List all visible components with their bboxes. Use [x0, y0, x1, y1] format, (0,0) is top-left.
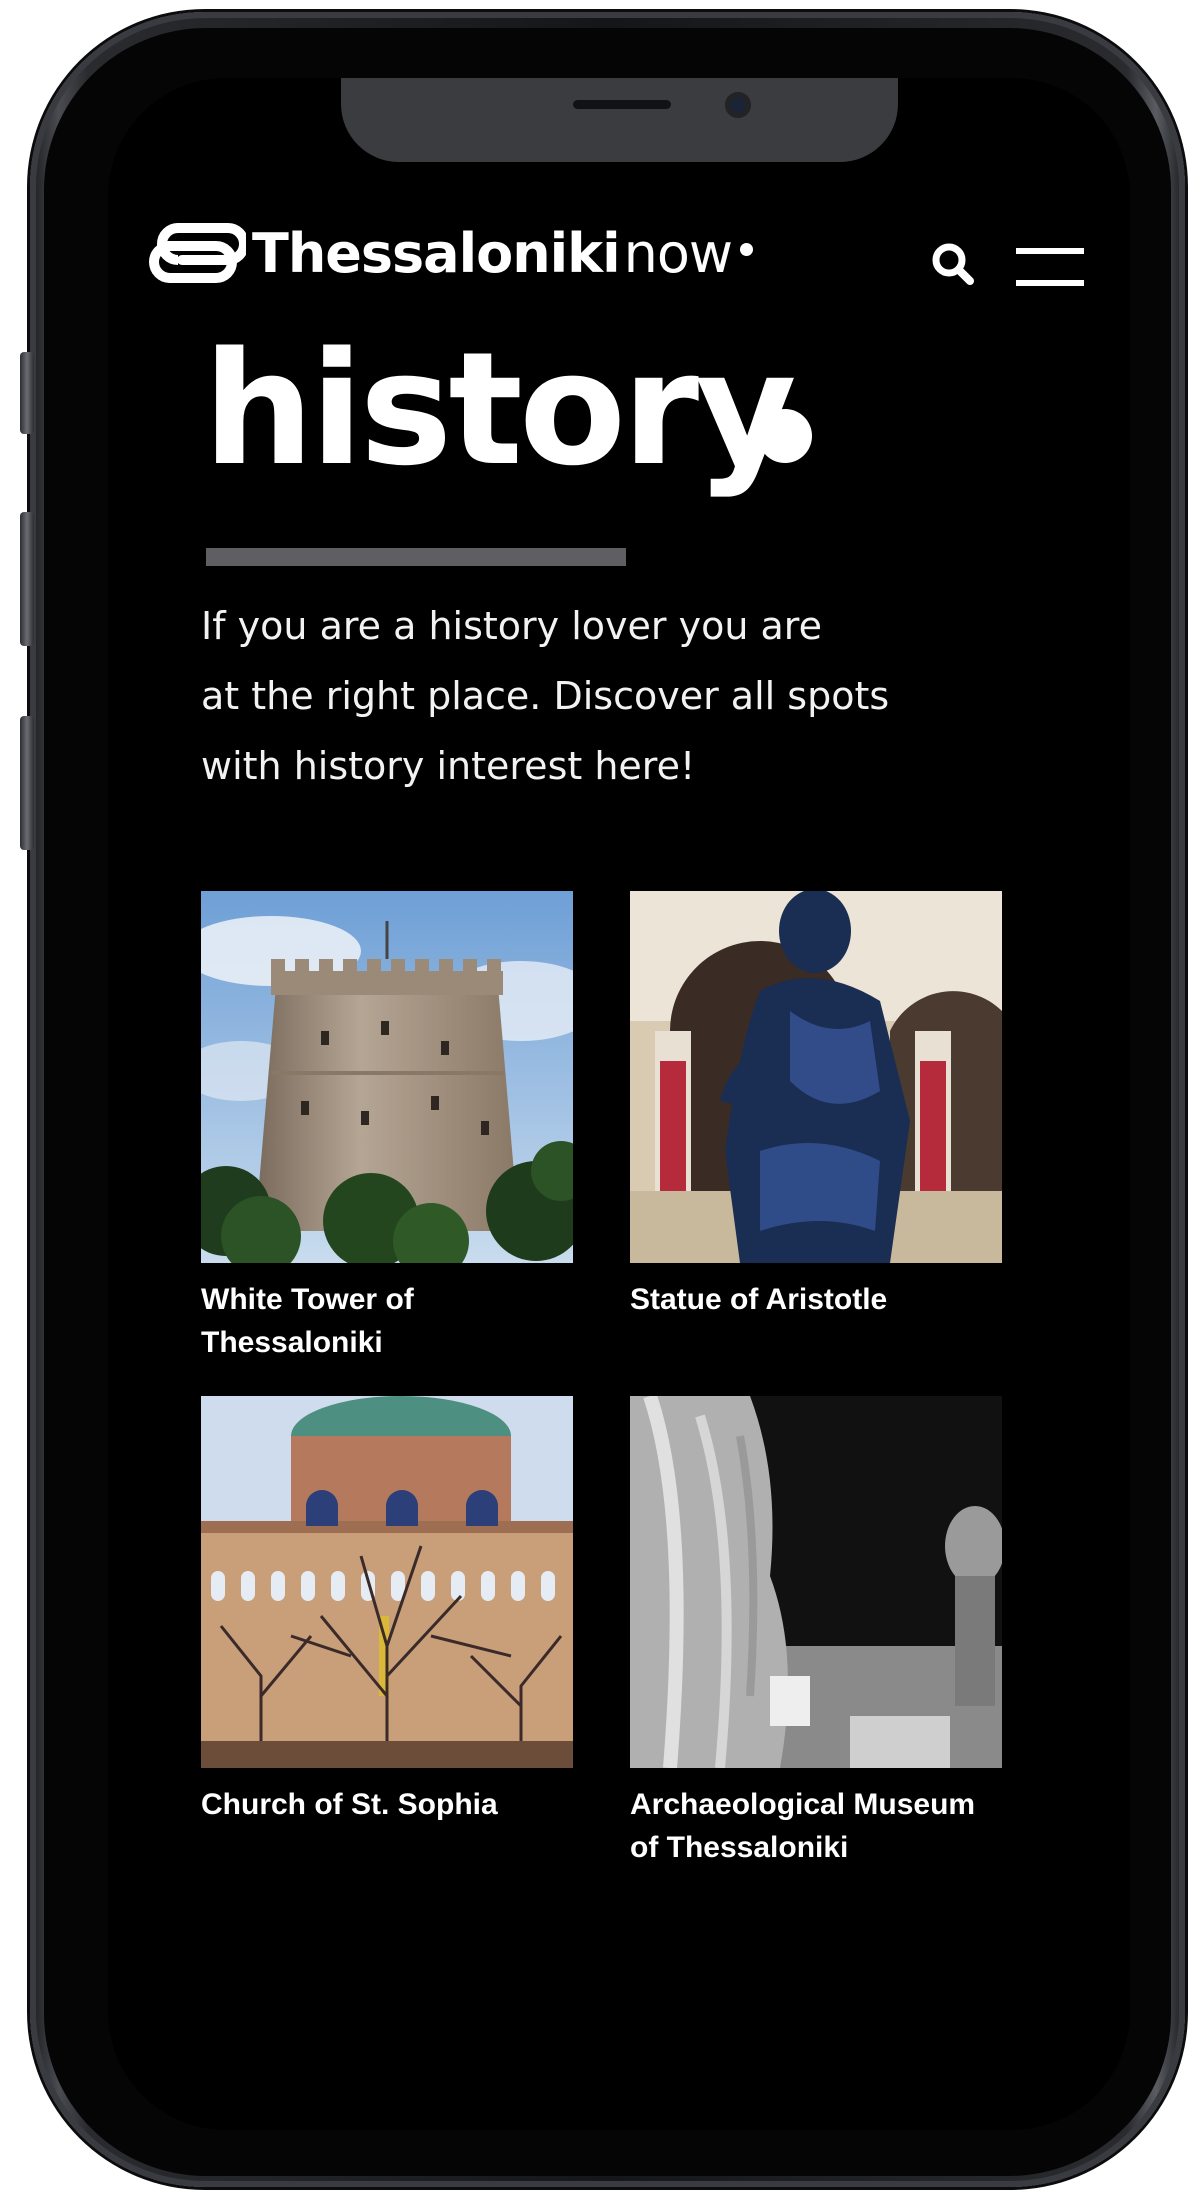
card-title-line: Church of St. Sophia: [201, 1788, 498, 1821]
card-title: Archaeological Museum of Thessaloniki: [630, 1783, 1002, 1869]
logo-suffix: now: [623, 221, 733, 285]
phone-volume-up-button: [20, 512, 34, 646]
search-button[interactable]: [930, 241, 976, 287]
logo-wordmark: Thessaloniki: [252, 221, 621, 285]
thessaloniki-logo-mark-icon: [149, 223, 246, 283]
card-white-tower[interactable]: White Tower of Thessaloniki: [201, 891, 573, 1364]
card-archaeological-museum[interactable]: Archaeological Museum of Thessaloniki: [630, 1396, 1002, 1869]
title-underline: [206, 548, 626, 566]
menu-button[interactable]: [1016, 248, 1084, 288]
card-title: Statue of Aristotle: [630, 1278, 1002, 1321]
title-dot: [758, 409, 812, 463]
card-title-line: Statue of Aristotle: [630, 1283, 888, 1316]
page-title: history: [203, 318, 797, 500]
hamburger-menu-icon: [1016, 248, 1084, 286]
church-of-st-sophia-image: [201, 1396, 573, 1768]
phone-silent-switch: [20, 352, 34, 434]
search-icon: [932, 243, 974, 285]
site-logo[interactable]: Thessaloniki now: [148, 218, 754, 288]
white-tower-image: [201, 891, 573, 1263]
card-title: White Tower of Thessaloniki: [201, 1278, 573, 1364]
card-title: Church of St. Sophia: [201, 1783, 573, 1826]
front-camera: [725, 92, 751, 118]
phone-notch: [341, 78, 898, 162]
intro-line: If you are a history lover you are: [201, 604, 822, 648]
phone-volume-down-button: [20, 716, 34, 850]
intro-line: at the right place. Discover all spots: [201, 674, 890, 718]
logo-dot: [740, 242, 754, 256]
card-church-of-st-sophia[interactable]: Church of St. Sophia: [201, 1396, 573, 1826]
card-title-line: of Thessaloniki: [630, 1831, 849, 1864]
card-title-line: Thessaloniki: [201, 1326, 383, 1359]
earpiece-speaker: [573, 100, 671, 109]
intro-text: If you are a history lover you are at th…: [201, 591, 1021, 801]
archaeological-museum-image: [630, 1396, 1002, 1768]
card-title-line: White Tower of: [201, 1283, 414, 1316]
phone-screen: Thessaloniki now history If you are a hi…: [108, 78, 1130, 2130]
card-statue-of-aristotle[interactable]: Statue of Aristotle: [630, 891, 1002, 1321]
intro-line: with history interest here!: [201, 744, 696, 788]
statue-of-aristotle-image: [630, 891, 1002, 1263]
card-title-line: Archaeological Museum: [630, 1788, 976, 1821]
